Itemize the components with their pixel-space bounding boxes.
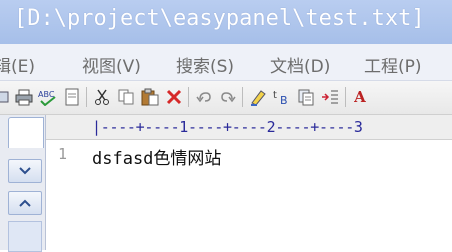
paste-icon[interactable] <box>140 87 160 107</box>
spellcheck-icon[interactable]: ABC <box>38 87 58 107</box>
editor-area[interactable]: |----+----1----+----2----+----3 1 dsfasd… <box>46 115 452 250</box>
scroll-up-button[interactable] <box>8 191 42 215</box>
toolbar: ABC tB A <box>0 81 452 115</box>
copy-icon[interactable] <box>116 87 136 107</box>
menu-document[interactable]: 文档(D) <box>270 52 330 77</box>
duplicate-icon[interactable] <box>296 87 316 107</box>
text-line[interactable]: dsfasd色情网站 <box>92 144 221 169</box>
menu-search[interactable]: 搜索(S) <box>176 52 234 77</box>
scroll-down-button[interactable] <box>8 159 42 183</box>
chevron-up-icon <box>19 199 31 207</box>
menu-view[interactable]: 视图(V) <box>82 52 141 77</box>
svg-text:t: t <box>273 90 277 101</box>
column-ruler: |----+----1----+----2----+----3 <box>46 115 452 140</box>
panel-tab[interactable] <box>8 117 44 148</box>
svg-text:ABC: ABC <box>38 90 55 99</box>
font-icon[interactable]: A <box>350 87 370 107</box>
line-number: 1 <box>58 145 68 163</box>
menu-project[interactable]: 工程(P) <box>364 52 422 77</box>
marker-icon[interactable] <box>248 87 268 107</box>
ruler-text: |----+----1----+----2----+----3 <box>92 118 363 136</box>
menu-bar: 辑(E) 视图(V) 搜索(S) 文档(D) 工程(P) <box>0 44 452 81</box>
indent-icon[interactable] <box>320 87 340 107</box>
undo-icon[interactable] <box>194 87 214 107</box>
menu-edit[interactable]: 辑(E) <box>0 52 35 77</box>
window-title: [D:\project\easypanel\test.txt] <box>14 6 425 31</box>
svg-text:B: B <box>280 94 288 106</box>
delete-icon[interactable] <box>164 87 184 107</box>
chevron-down-icon <box>19 167 31 175</box>
side-panel <box>0 115 46 252</box>
page-icon[interactable] <box>62 87 82 107</box>
redo-icon[interactable] <box>218 87 238 107</box>
print-icon[interactable] <box>14 87 34 107</box>
cut-icon[interactable] <box>92 87 112 107</box>
title-bar: [D:\project\easypanel\test.txt] <box>0 0 452 44</box>
panel-list[interactable] <box>8 221 42 252</box>
print-preview-icon[interactable] <box>0 87 12 107</box>
case-icon[interactable]: tB <box>272 87 292 107</box>
